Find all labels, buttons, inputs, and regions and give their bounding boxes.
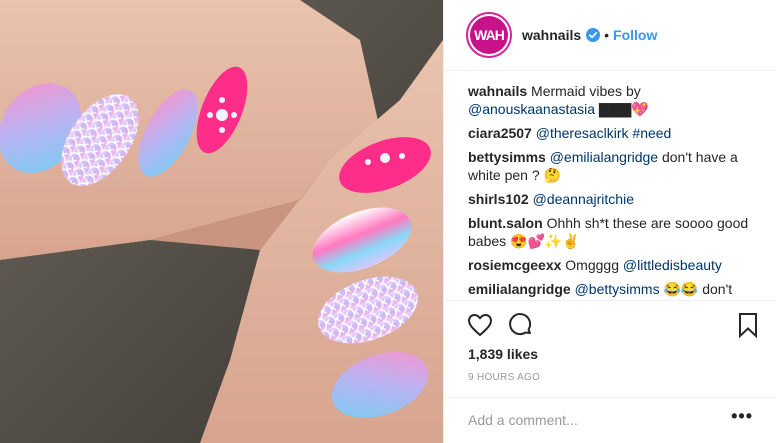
comment-mention[interactable]: @emilialangridge: [550, 149, 658, 165]
comment-item: rosiemcgeexx Omgggg @littledisbeauty: [468, 256, 768, 274]
comment-user[interactable]: ciara2507: [468, 125, 532, 141]
follow-button[interactable]: Follow: [613, 27, 657, 43]
comment-item: emilialangridge @bettysimms 😂😂 don't: [468, 280, 768, 298]
comment-user[interactable]: blunt.salon: [468, 215, 543, 231]
comment-item: ciara2507 @theresaclkirk #need: [468, 124, 768, 142]
add-comment-input[interactable]: Add a comment...: [468, 412, 578, 428]
comment-item: shirls102 @deannajritchie: [468, 190, 768, 208]
verified-badge-icon: [586, 28, 601, 42]
more-options-icon[interactable]: •••: [731, 406, 753, 427]
avatar-logo: WAH: [470, 16, 508, 54]
comment-text: Omgggg: [565, 257, 623, 273]
comment-list: wahnails Mermaid vibes by @anouskaanasta…: [468, 82, 768, 300]
comment-mention[interactable]: @anouskaanastasia: [468, 101, 595, 117]
comment-item: blunt.salon Ohhh sh*t these are soooo go…: [468, 214, 768, 250]
separator: •: [604, 27, 610, 43]
username-link[interactable]: wahnails: [522, 27, 581, 43]
nail-art-photo: [0, 0, 443, 443]
comment-mention[interactable]: @littledisbeauty: [623, 257, 722, 273]
avatar[interactable]: WAH: [466, 12, 512, 58]
comment-user[interactable]: bettysimms: [468, 149, 546, 165]
action-bar: [444, 300, 776, 348]
comment-item: bettysimms @emilialangridge don't have a…: [468, 148, 768, 184]
comment-mention[interactable]: @bettysimms: [575, 281, 660, 297]
heart-icon[interactable]: [466, 311, 494, 339]
comment-user[interactable]: wahnails: [468, 83, 527, 99]
comment-tail: 😂😂 don't: [659, 281, 733, 297]
comment-tail: ▇▇▇💖: [595, 101, 649, 117]
post-sidebar: WAH wahnails • Follow wahnails Mermaid v…: [443, 0, 776, 443]
post-timestamp[interactable]: 9 HOURS AGO: [468, 372, 540, 383]
comment-user[interactable]: rosiemcgeexx: [468, 257, 561, 273]
post-view: WAH wahnails • Follow wahnails Mermaid v…: [0, 0, 776, 443]
like-count[interactable]: 1,839 likes: [468, 346, 538, 362]
comment-mention[interactable]: @deannajritchie: [533, 191, 634, 207]
add-comment-bar: Add a comment... •••: [444, 397, 776, 443]
comment-mention[interactable]: @theresaclkirk #need: [536, 125, 672, 141]
post-photo[interactable]: [0, 0, 443, 443]
comment-text: Mermaid vibes by: [531, 83, 641, 99]
comment-item: wahnails Mermaid vibes by @anouskaanasta…: [468, 82, 768, 118]
comment-icon[interactable]: [506, 311, 534, 339]
comment-user[interactable]: emilialangridge: [468, 281, 571, 297]
comment-user[interactable]: shirls102: [468, 191, 529, 207]
post-header: WAH wahnails • Follow: [444, 0, 776, 71]
bookmark-icon[interactable]: [734, 311, 762, 339]
